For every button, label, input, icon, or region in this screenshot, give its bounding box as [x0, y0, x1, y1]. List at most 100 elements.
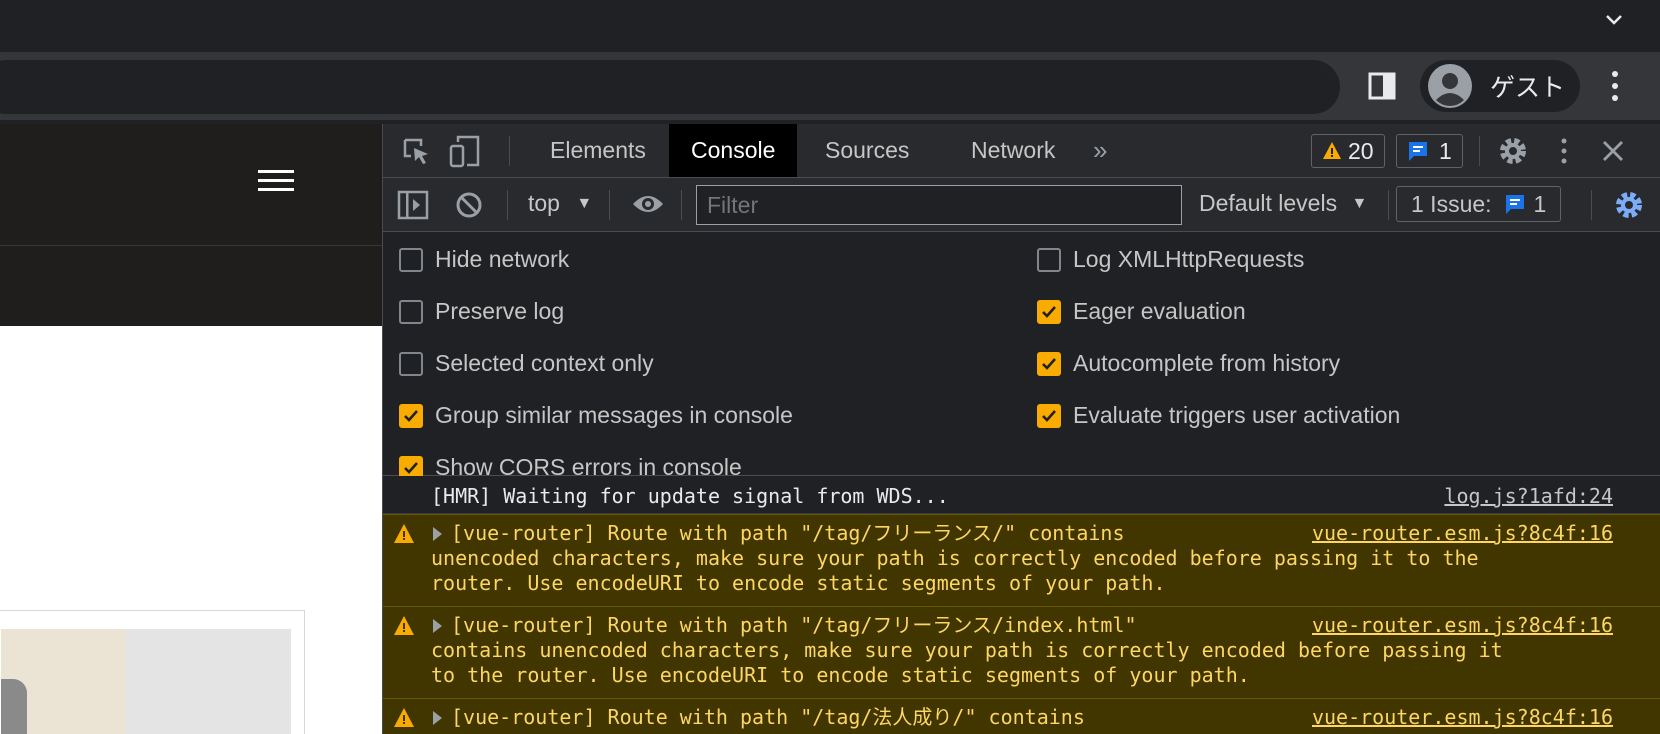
site-header [0, 124, 382, 246]
warnings-count: 20 [1348, 137, 1374, 164]
kebab-menu-icon[interactable] [1604, 68, 1626, 104]
setting-hide-network[interactable]: Hide network [399, 246, 569, 273]
toolbar-separator [1591, 190, 1592, 220]
message-text: [vue-router] Route with path "/tag/フリーラン… [451, 521, 1125, 545]
inspect-element-icon[interactable] [401, 136, 431, 166]
console-warning[interactable]: [vue-router] Route with path "/tag/法人成り/… [383, 698, 1660, 734]
message-text: [vue-router] Route with path "/tag/フリーラン… [451, 613, 1137, 637]
side-panel-icon[interactable] [1368, 72, 1396, 100]
setting-selected-context-only[interactable]: Selected context only [399, 350, 654, 377]
setting-label: Log XMLHttpRequests [1073, 246, 1305, 272]
warnings-badge[interactable]: 20 [1311, 134, 1385, 168]
console-toolbar: top ▼ Default levels ▼ 1 Issue: 1 [383, 178, 1660, 232]
tab-strip [0, 0, 1660, 52]
setting-evaluate-triggers[interactable]: Evaluate triggers user activation [1037, 402, 1400, 429]
message-text: router. Use encodeURI to encode static s… [431, 571, 1166, 595]
message-text: contains unencoded characters, make sure… [431, 638, 1503, 662]
toolbar-separator [509, 136, 510, 166]
checkmark-icon [1042, 305, 1056, 318]
expand-arrow-icon[interactable] [433, 527, 442, 541]
clear-console-icon[interactable] [455, 191, 483, 219]
setting-label: Autocomplete from history [1073, 350, 1341, 376]
console-warning[interactable]: [vue-router] Route with path "/tag/フリーラン… [383, 606, 1660, 698]
log-levels-dropdown[interactable]: Default levels ▼ [1199, 190, 1367, 217]
checkbox[interactable] [1037, 299, 1061, 324]
warning-icon [394, 708, 414, 727]
toolbar-separator [1388, 190, 1389, 220]
checkmark-icon [404, 461, 418, 474]
profile-button[interactable]: ゲスト [1420, 60, 1580, 112]
message-icon [1505, 195, 1524, 214]
checkbox[interactable] [1037, 403, 1061, 428]
toolbar-separator [507, 190, 508, 220]
dropdown-arrow-icon: ▼ [1351, 195, 1368, 212]
sidebar-toggle-icon[interactable] [397, 190, 429, 220]
checkbox[interactable] [1037, 351, 1061, 376]
expand-arrow-icon[interactable] [433, 619, 442, 633]
avatar-icon [1428, 64, 1472, 108]
message-source-link[interactable]: vue-router.esm.js?8c4f:16 [1312, 521, 1613, 545]
issues-count: 1 [1533, 190, 1547, 217]
setting-group-similar[interactable]: Group similar messages in console [399, 402, 793, 429]
checkbox[interactable] [399, 299, 423, 324]
issues-button[interactable]: 1 Issue: 1 [1396, 186, 1562, 222]
checkbox[interactable] [399, 403, 423, 428]
filter-input[interactable] [696, 185, 1182, 225]
toolbar-separator [681, 190, 682, 220]
setting-label: Eager evaluation [1073, 298, 1246, 324]
tab-elements[interactable]: Elements [528, 124, 668, 177]
device-toolbar-icon[interactable] [449, 134, 481, 168]
checkbox[interactable] [399, 351, 423, 376]
checkbox[interactable] [399, 247, 423, 272]
setting-eager-evaluation[interactable]: Eager evaluation [1037, 298, 1246, 325]
setting-log-xhr[interactable]: Log XMLHttpRequests [1037, 246, 1304, 273]
site-subnav [0, 246, 382, 326]
setting-label: Selected context only [435, 350, 654, 376]
console-warning[interactable]: [vue-router] Route with path "/tag/フリーラン… [383, 514, 1660, 606]
warning-icon [394, 524, 414, 543]
address-bar[interactable] [0, 60, 1340, 114]
setting-preserve-log[interactable]: Preserve log [399, 298, 564, 325]
warning-icon [394, 616, 414, 635]
gear-icon[interactable] [1497, 135, 1529, 167]
devtools-panel: Elements Console Sources Network » 20 1 [382, 124, 1660, 734]
toolbar-separator [609, 190, 610, 220]
dropdown-arrow-icon: ▼ [576, 195, 593, 212]
setting-label: Hide network [435, 246, 570, 272]
setting-autocomplete-history[interactable]: Autocomplete from history [1037, 350, 1340, 377]
article-card[interactable] [0, 610, 305, 734]
web-page [0, 124, 382, 734]
warning-icon [1323, 142, 1341, 159]
message-text: to the router. Use encodeURI to encode s… [431, 663, 1250, 687]
message-text: [HMR] Waiting for update signal from WDS… [431, 484, 949, 508]
devtools-tab-bar: Elements Console Sources Network » 20 1 [383, 124, 1660, 178]
messages-badge[interactable]: 1 [1396, 134, 1463, 168]
hamburger-menu-icon[interactable] [256, 166, 296, 196]
message-source-link[interactable]: vue-router.esm.js?8c4f:16 [1312, 613, 1613, 637]
article-thumbnail [1, 629, 291, 734]
toolbar-separator [1479, 136, 1480, 166]
checkbox[interactable] [1037, 247, 1061, 272]
messages-count: 1 [1439, 137, 1452, 164]
more-tabs-icon[interactable]: » [1071, 124, 1129, 177]
tab-network[interactable]: Network [949, 124, 1077, 177]
expand-arrow-icon[interactable] [433, 711, 442, 725]
console-settings-pane: Hide network Preserve log Selected conte… [383, 232, 1660, 480]
context-selector[interactable]: top ▼ [528, 190, 592, 217]
tab-sources[interactable]: Sources [803, 124, 931, 177]
setting-label: Preserve log [435, 298, 565, 324]
issues-label: 1 Issue: [1411, 190, 1492, 217]
console-messages: [HMR] Waiting for update signal from WDS… [383, 476, 1660, 734]
tab-console[interactable]: Console [669, 124, 798, 177]
chevron-down-icon[interactable] [1602, 8, 1626, 32]
console-message: [HMR] Waiting for update signal from WDS… [383, 476, 1660, 514]
console-settings-gear-icon[interactable] [1613, 189, 1645, 221]
close-icon[interactable] [1600, 138, 1626, 164]
message-icon [1409, 142, 1427, 161]
browser-toolbar: ゲスト [0, 52, 1660, 120]
devtools-kebab-icon[interactable] [1557, 136, 1571, 166]
eye-icon[interactable] [631, 192, 665, 216]
message-source-link[interactable]: log.js?1afd:24 [1444, 484, 1613, 508]
message-source-link[interactable]: vue-router.esm.js?8c4f:16 [1312, 705, 1613, 729]
setting-label: Evaluate triggers user activation [1073, 402, 1401, 428]
